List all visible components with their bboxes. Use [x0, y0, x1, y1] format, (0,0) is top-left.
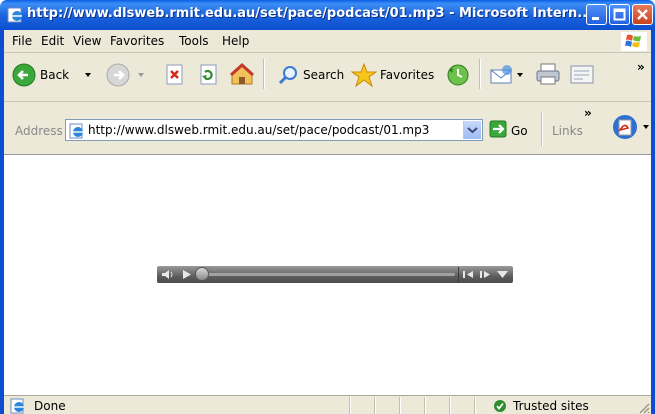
go-label[interactable]: Go: [511, 124, 528, 138]
favorites-label: Favorites: [380, 68, 435, 82]
forward-button[interactable]: [104, 58, 152, 92]
close-button[interactable]: [632, 4, 653, 25]
forward-arrow-icon: [106, 63, 130, 87]
minimize-icon: [592, 17, 599, 20]
status-divider: [424, 397, 426, 414]
close-icon: [637, 9, 648, 20]
favorites-button[interactable]: Favorites: [349, 58, 437, 92]
back-label: Back: [40, 68, 70, 82]
edit-icon[interactable]: [569, 64, 595, 86]
menu-file[interactable]: File: [12, 34, 32, 48]
trusted-check-icon: [494, 400, 506, 412]
browser-window: http://www.dlsweb.rmit.edu.au/set/pace/p…: [0, 0, 655, 414]
chevron-down-icon: [467, 127, 478, 134]
maximize-button[interactable]: [609, 4, 630, 25]
security-zone-label: Trusted sites: [513, 399, 589, 413]
mail-icon: [490, 65, 512, 84]
mail-dropdown-icon[interactable]: [517, 73, 523, 77]
maximize-icon: [613, 8, 626, 21]
menu-favorites[interactable]: Favorites: [110, 34, 164, 48]
stop-icon[interactable]: [164, 64, 186, 86]
search-button[interactable]: Search: [273, 58, 347, 92]
back-dropdown-icon[interactable]: [85, 73, 91, 77]
seek-thumb[interactable]: [195, 267, 209, 281]
rewind-icon[interactable]: [462, 269, 474, 280]
menu-bar: File Edit View Favorites Tools Help: [4, 30, 651, 53]
window-title: http://www.dlsweb.rmit.edu.au/set/pace/p…: [27, 6, 593, 21]
status-divider: [474, 397, 476, 414]
menu-edit[interactable]: Edit: [41, 34, 64, 48]
mail-button[interactable]: [487, 58, 527, 92]
search-label: Search: [303, 68, 345, 82]
address-dropdown-button[interactable]: [463, 121, 481, 139]
ie-page-status-icon: [10, 398, 24, 414]
menu-help[interactable]: Help: [222, 34, 249, 48]
back-button[interactable]: Back: [6, 58, 106, 92]
status-divider: [449, 397, 451, 414]
player-divider: [458, 267, 459, 282]
favorites-star-icon: [351, 62, 377, 88]
toolbar-separator: [263, 59, 265, 89]
fast-forward-icon[interactable]: [479, 269, 491, 280]
address-label: Address: [15, 124, 63, 138]
acrobat-pdf-icon: [613, 115, 637, 139]
window-frame-right: [651, 30, 655, 414]
menu-view[interactable]: View: [73, 34, 101, 48]
toolbar-separator: [479, 59, 481, 89]
status-divider: [399, 397, 401, 414]
address-input[interactable]: [88, 123, 458, 137]
links-overflow-chevron[interactable]: »: [584, 106, 592, 120]
print-icon[interactable]: [535, 62, 561, 86]
resize-grip-icon[interactable]: [638, 402, 650, 414]
search-icon: [278, 66, 297, 85]
standard-toolbar: Back Search Favorites »: [4, 53, 651, 102]
address-field[interactable]: [65, 119, 483, 141]
title-bar[interactable]: http://www.dlsweb.rmit.edu.au/set/pace/p…: [0, 0, 655, 30]
history-icon[interactable]: [446, 63, 470, 87]
acrobat-dropdown-icon[interactable]: [643, 125, 649, 129]
minimize-button[interactable]: [586, 4, 607, 25]
player-menu-chevron-icon[interactable]: [496, 270, 509, 279]
links-separator: [541, 112, 543, 146]
seek-bar[interactable]: [201, 273, 455, 276]
home-icon[interactable]: [229, 62, 255, 86]
play-icon[interactable]: [181, 269, 192, 280]
menu-tools[interactable]: Tools: [179, 34, 209, 48]
go-arrow-icon: [489, 120, 507, 138]
windows-logo-icon: [621, 32, 647, 51]
refresh-icon[interactable]: [198, 64, 220, 86]
toolbar-overflow-chevron[interactable]: »: [637, 60, 645, 74]
page-content: [4, 155, 651, 395]
ie-page-icon: [7, 7, 22, 23]
status-divider: [349, 397, 351, 414]
media-player: [157, 266, 513, 283]
page-icon: [69, 123, 83, 139]
volume-icon[interactable]: [161, 269, 175, 280]
forward-dropdown-icon[interactable]: [138, 73, 144, 77]
back-arrow-icon: [12, 63, 36, 87]
status-bar: Done Trusted sites: [4, 395, 651, 414]
links-label[interactable]: Links: [552, 124, 583, 138]
address-bar: Address Go Links »: [4, 102, 651, 155]
status-text: Done: [34, 399, 66, 413]
acrobat-button[interactable]: [612, 114, 650, 142]
status-divider: [374, 397, 376, 414]
